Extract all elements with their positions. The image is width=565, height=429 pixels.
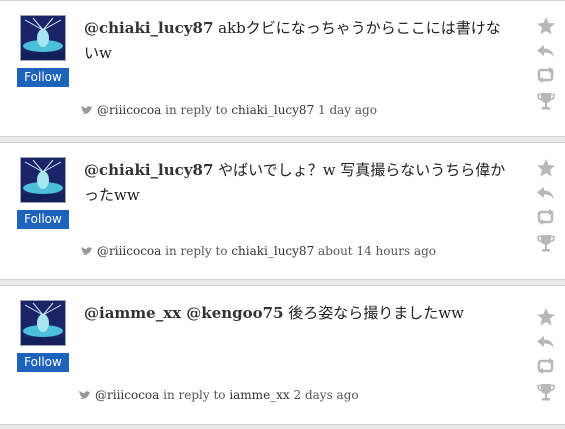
retweet-button[interactable] <box>535 65 557 87</box>
reply-user-link[interactable]: chiaki_lucy87 <box>231 103 314 117</box>
tweet-text: @iamme_xx @kengoo75 後ろ姿なら撮りましたww <box>84 301 524 326</box>
retweet-button[interactable] <box>535 356 557 378</box>
follow-button[interactable]: Follow <box>17 210 69 229</box>
tweet-text: @chiaki_lucy87 akbクビになっちゃうからここには書けないw <box>84 16 514 66</box>
trophy-icon <box>537 93 555 110</box>
in-reply-to-text: in reply to <box>161 103 232 117</box>
reply-icon <box>537 336 554 348</box>
tweet-actions <box>535 306 557 406</box>
retweet-button[interactable] <box>535 207 557 229</box>
tweet-actions <box>535 15 557 115</box>
tweet-meta: @riiicocoa in reply to chiaki_lucy87 abo… <box>80 244 436 260</box>
award-button[interactable] <box>535 232 557 254</box>
star-icon <box>537 159 555 177</box>
reply-user-link[interactable]: iamme_xx <box>229 388 289 402</box>
avatar[interactable] <box>20 15 66 61</box>
avatar[interactable] <box>20 157 66 203</box>
tweet-actions <box>535 157 557 257</box>
retweet-icon <box>537 358 554 374</box>
follow-button[interactable]: Follow <box>17 353 69 372</box>
author-link[interactable]: @riiicocoa <box>97 103 161 117</box>
tweet-meta: @riiicocoa in reply to chiaki_lucy87 1 d… <box>80 103 377 119</box>
reply-button[interactable] <box>535 40 557 62</box>
tweet-text: @chiaki_lucy87 やばいでしょ？w 写真撮らないうちら偉かったww <box>84 158 514 208</box>
bird-icon <box>78 390 91 404</box>
trophy-icon <box>537 384 555 401</box>
reply-icon <box>537 187 554 199</box>
mention-link[interactable]: @chiaki_lucy87 <box>84 19 213 37</box>
in-reply-to-text: in reply to <box>161 244 232 258</box>
retweet-icon <box>537 209 554 225</box>
retweet-icon <box>537 67 554 83</box>
mention-link[interactable]: @iamme_xx @kengoo75 <box>84 304 284 322</box>
reply-button[interactable] <box>535 331 557 353</box>
reply-icon <box>537 45 554 57</box>
award-button[interactable] <box>535 381 557 403</box>
follow-button[interactable]: Follow <box>17 68 69 87</box>
in-reply-to-text: in reply to <box>159 388 230 402</box>
reply-user-link[interactable]: chiaki_lucy87 <box>231 244 314 258</box>
author-link[interactable]: @riiicocoa <box>97 244 161 258</box>
favorite-button[interactable] <box>535 306 557 328</box>
avatar[interactable] <box>20 300 66 346</box>
timestamp[interactable]: 2 days ago <box>290 388 359 402</box>
favorite-button[interactable] <box>535 157 557 179</box>
reply-button[interactable] <box>535 182 557 204</box>
trophy-icon <box>537 235 555 252</box>
bird-icon <box>80 246 93 260</box>
favorite-button[interactable] <box>535 15 557 37</box>
tweet-card: Follow @iamme_xx @kengoo75 後ろ姿なら撮りましたww … <box>0 285 565 425</box>
bird-icon <box>80 105 93 119</box>
author-link[interactable]: @riiicocoa <box>95 388 159 402</box>
timestamp[interactable]: about 14 hours ago <box>314 244 436 258</box>
tweet-card: Follow @chiaki_lucy87 akbクビになっちゃうからここには書… <box>0 0 565 137</box>
star-icon <box>537 17 555 35</box>
tweet-card: Follow @chiaki_lucy87 やばいでしょ？w 写真撮らないうちら… <box>0 142 565 280</box>
tweet-meta: @riiicocoa in reply to iamme_xx 2 days a… <box>78 388 359 404</box>
star-icon <box>537 308 555 326</box>
award-button[interactable] <box>535 90 557 112</box>
tweet-body: 後ろ姿なら撮りましたww <box>283 304 464 322</box>
mention-link[interactable]: @chiaki_lucy87 <box>84 161 213 179</box>
timestamp[interactable]: 1 day ago <box>314 103 377 117</box>
